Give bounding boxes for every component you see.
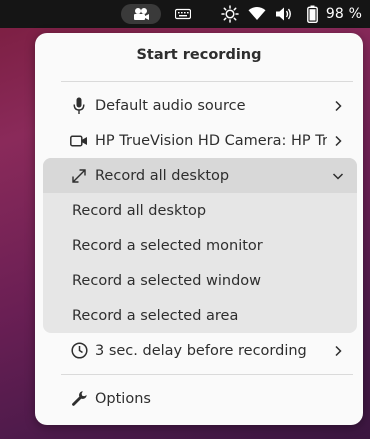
menu-title: Start recording	[136, 47, 262, 63]
chevron-right-icon	[331, 100, 345, 112]
battery-percentage: 98 %	[325, 0, 363, 28]
microphone-icon	[69, 97, 89, 115]
separator	[61, 81, 353, 82]
screencast-icon	[132, 7, 150, 21]
options-item[interactable]: Options	[43, 381, 357, 416]
audio-source-label: Default audio source	[95, 97, 246, 114]
submenu-option-label: Record a selected monitor	[72, 237, 263, 254]
chevron-down-icon	[331, 172, 345, 180]
keyboard-indicator[interactable]	[173, 0, 193, 28]
volume-indicator[interactable]	[274, 0, 294, 28]
keyboard-icon	[175, 8, 191, 20]
audio-source-item[interactable]: Default audio source	[43, 88, 357, 123]
recording-area-label: Record all desktop	[95, 167, 230, 184]
submenu-option-label: Record a selected area	[72, 307, 239, 324]
submenu-option-label: Record a selected window	[72, 272, 262, 289]
screencast-indicator[interactable]	[121, 4, 161, 24]
submenu-option-label: Record all desktop	[72, 202, 207, 219]
brightness-indicator[interactable]	[220, 0, 240, 28]
battery-icon	[306, 5, 318, 23]
submenu-option-selected-monitor[interactable]: Record a selected monitor	[43, 228, 357, 263]
chevron-right-icon	[331, 345, 345, 357]
top-bar: 98 %	[0, 0, 370, 28]
wifi-icon	[248, 7, 266, 21]
screen-recording-menu: Start recording Default audio source HP …	[35, 33, 363, 425]
submenu-option-selected-area[interactable]: Record a selected area	[43, 298, 357, 333]
wrench-icon	[69, 390, 89, 407]
delay-item[interactable]: 3 sec. delay before recording	[43, 333, 357, 368]
delay-label: 3 sec. delay before recording	[95, 342, 307, 359]
submenu-option-all-desktop[interactable]: Record all desktop	[43, 193, 357, 228]
expand-diagonal-icon	[69, 168, 89, 184]
separator	[61, 374, 353, 375]
brightness-icon	[221, 5, 239, 23]
options-label: Options	[95, 390, 151, 407]
battery-indicator[interactable]	[305, 0, 319, 28]
battery-percentage-text: 98 %	[325, 6, 363, 22]
camera-source-item[interactable]: HP TrueVision HD Camera: HP Tru	[43, 123, 357, 158]
recording-area-item[interactable]: Record all desktop	[43, 158, 357, 193]
clock-icon	[69, 342, 89, 359]
video-camera-icon	[69, 134, 89, 148]
wifi-indicator[interactable]	[247, 0, 267, 28]
volume-icon	[275, 6, 293, 22]
camera-source-label: HP TrueVision HD Camera: HP Tru	[95, 132, 327, 149]
submenu-option-selected-window[interactable]: Record a selected window	[43, 263, 357, 298]
chevron-right-icon	[331, 135, 345, 147]
